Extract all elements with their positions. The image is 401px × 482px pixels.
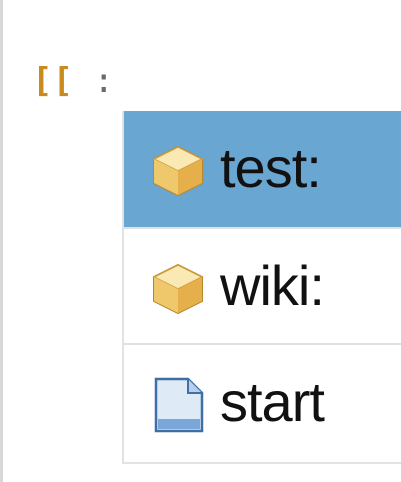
autocomplete-item-start[interactable]: start xyxy=(124,343,401,459)
editor-left-border xyxy=(0,0,3,482)
autocomplete-item-test[interactable]: test: xyxy=(124,111,401,227)
page-document-icon xyxy=(154,377,204,433)
typed-brackets: [[ xyxy=(32,61,73,101)
autocomplete-popup: test: wiki: start xyxy=(122,111,401,464)
autocomplete-item-label: test: xyxy=(220,136,322,199)
autocomplete-item-wiki[interactable]: wiki: xyxy=(124,227,401,343)
autocomplete-item-label: wiki: xyxy=(220,254,325,317)
typed-link-text: [[ : xyxy=(32,56,114,106)
typed-colon: : xyxy=(93,61,114,101)
namespace-box-icon xyxy=(152,263,204,315)
editor-textarea[interactable]: [[ : test: wiki: start xyxy=(0,0,401,482)
namespace-box-icon xyxy=(152,145,204,197)
autocomplete-item-label: start xyxy=(220,370,325,433)
